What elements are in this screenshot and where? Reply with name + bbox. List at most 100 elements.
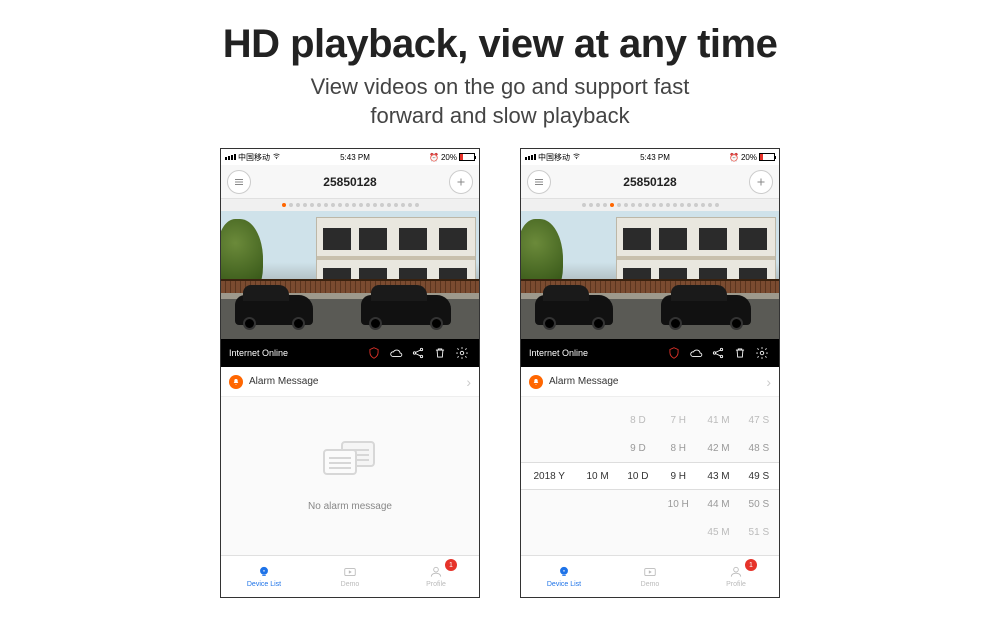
phone-right: 中国移动 5:43 PM ⏰ 20% 25850128 [520, 148, 780, 598]
add-button[interactable] [449, 170, 473, 194]
tab-demo[interactable]: Demo [607, 556, 693, 597]
battery-pct: 20% [441, 153, 457, 162]
video-toolbar: Internet Online [221, 339, 479, 367]
notification-badge: 1 [745, 559, 757, 571]
picker-cell: 10 M [577, 471, 617, 482]
menu-button[interactable] [227, 170, 251, 194]
camera-icon [255, 565, 273, 579]
picker-cell: 47 S [739, 415, 779, 426]
nav-title: 25850128 [623, 175, 676, 189]
alarm-message-row[interactable]: Alarm Message › [221, 367, 479, 397]
phone-left: 中国移动 5:43 PM ⏰ 20% 25850128 [220, 148, 480, 598]
alarm-message-row[interactable]: Alarm Message › [521, 367, 779, 397]
cloud-icon[interactable] [687, 344, 705, 362]
tab-demo[interactable]: Demo [307, 556, 393, 597]
alarm-label: Alarm Message [249, 376, 318, 387]
tab-profile[interactable]: 1 Profile [393, 556, 479, 597]
play-icon [641, 565, 659, 579]
battery-pct: 20% [741, 153, 757, 162]
hero-subtitle: View videos on the go and support fast f… [0, 73, 1000, 130]
person-icon [727, 565, 745, 579]
video-preview[interactable]: ID:25850128 [521, 211, 779, 339]
wifi-icon [572, 152, 581, 162]
camera-icon [555, 565, 573, 579]
tab-profile[interactable]: 1 Profile [693, 556, 779, 597]
picker-cell: 42 M [698, 443, 738, 454]
tab-label: Profile [726, 581, 746, 588]
nav-header: 25850128 [521, 165, 779, 199]
picker-row[interactable]: 8 D7 H41 M47 S [521, 406, 779, 434]
phone-mockups: 中国移动 5:43 PM ⏰ 20% 25850128 [0, 148, 1000, 598]
carrier-label: 中国移动 [238, 152, 270, 163]
status-bar: 中国移动 5:43 PM ⏰ 20% [221, 149, 479, 165]
person-icon [427, 565, 445, 579]
picker-cell: 45 M [698, 527, 738, 538]
picker-cell: 7 H [658, 415, 698, 426]
trash-icon[interactable] [431, 344, 449, 362]
picker-cell: 9 D [618, 443, 658, 454]
tab-label: Profile [426, 581, 446, 588]
nav-title: 25850128 [323, 175, 376, 189]
signal-icon [525, 154, 536, 160]
cloud-icon[interactable] [387, 344, 405, 362]
wifi-icon [272, 152, 281, 162]
status-time: 5:43 PM [640, 153, 670, 162]
tab-label: Device List [547, 581, 581, 588]
picker-cell: 10 H [658, 499, 698, 510]
trash-icon[interactable] [731, 344, 749, 362]
hero-title: HD playback, view at any time [0, 22, 1000, 67]
picker-row[interactable]: 2018 Y10 M10 D9 H43 M49 S [521, 462, 779, 490]
alarm-clock-icon: ⏰ [729, 153, 739, 162]
page-indicator [221, 199, 479, 211]
empty-state: No alarm message [221, 397, 479, 555]
shield-icon[interactable] [665, 344, 683, 362]
share-icon[interactable] [409, 344, 427, 362]
picker-row[interactable]: 45 M51 S [521, 518, 779, 546]
tab-device-list[interactable]: Device List [521, 556, 607, 597]
alarm-label: Alarm Message [549, 376, 618, 387]
hero: HD playback, view at any time View video… [0, 0, 1000, 130]
share-icon[interactable] [709, 344, 727, 362]
status-bar: 中国移动 5:43 PM ⏰ 20% [521, 149, 779, 165]
status-time: 5:43 PM [340, 153, 370, 162]
battery-icon [459, 153, 475, 161]
content-area: No alarm message [221, 397, 479, 555]
picker-cell: 44 M [698, 499, 738, 510]
tab-device-list[interactable]: Device List [221, 556, 307, 597]
picker-cell: 8 D [618, 415, 658, 426]
chevron-right-icon: › [466, 374, 471, 390]
connection-status: Internet Online [529, 348, 588, 358]
signal-icon [225, 154, 236, 160]
battery-icon [759, 153, 775, 161]
bottom-tabs: Device List Demo 1 Profile [221, 555, 479, 597]
content-area: 8 D7 H41 M47 S9 D8 H42 M48 S2018 Y10 M10… [521, 397, 779, 555]
notification-badge: 1 [445, 559, 457, 571]
picker-row[interactable]: 10 H44 M50 S [521, 490, 779, 518]
gear-icon[interactable] [753, 344, 771, 362]
picker-cell: 8 H [658, 443, 698, 454]
picker-cell: 49 S [739, 471, 779, 482]
tab-label: Device List [247, 581, 281, 588]
video-preview[interactable]: ID:25850128 [221, 211, 479, 339]
nav-header: 25850128 [221, 165, 479, 199]
menu-button[interactable] [527, 170, 551, 194]
video-toolbar: Internet Online [521, 339, 779, 367]
shield-icon[interactable] [365, 344, 383, 362]
empty-text: No alarm message [308, 501, 392, 512]
picker-cell: 9 H [658, 471, 698, 482]
picker-cell: 43 M [698, 471, 738, 482]
picker-cell: 41 M [698, 415, 738, 426]
picker-cell: 50 S [739, 499, 779, 510]
gear-icon[interactable] [453, 344, 471, 362]
chat-bubbles-icon [323, 441, 377, 487]
tab-label: Demo [341, 581, 360, 588]
picker-cell: 10 D [618, 471, 658, 482]
tab-label: Demo [641, 581, 660, 588]
picker-cell: 48 S [739, 443, 779, 454]
page-indicator [521, 199, 779, 211]
add-button[interactable] [749, 170, 773, 194]
datetime-picker[interactable]: 8 D7 H41 M47 S9 D8 H42 M48 S2018 Y10 M10… [521, 397, 779, 555]
connection-status: Internet Online [229, 348, 288, 358]
picker-cell: 2018 Y [521, 471, 577, 482]
picker-row[interactable]: 9 D8 H42 M48 S [521, 434, 779, 462]
